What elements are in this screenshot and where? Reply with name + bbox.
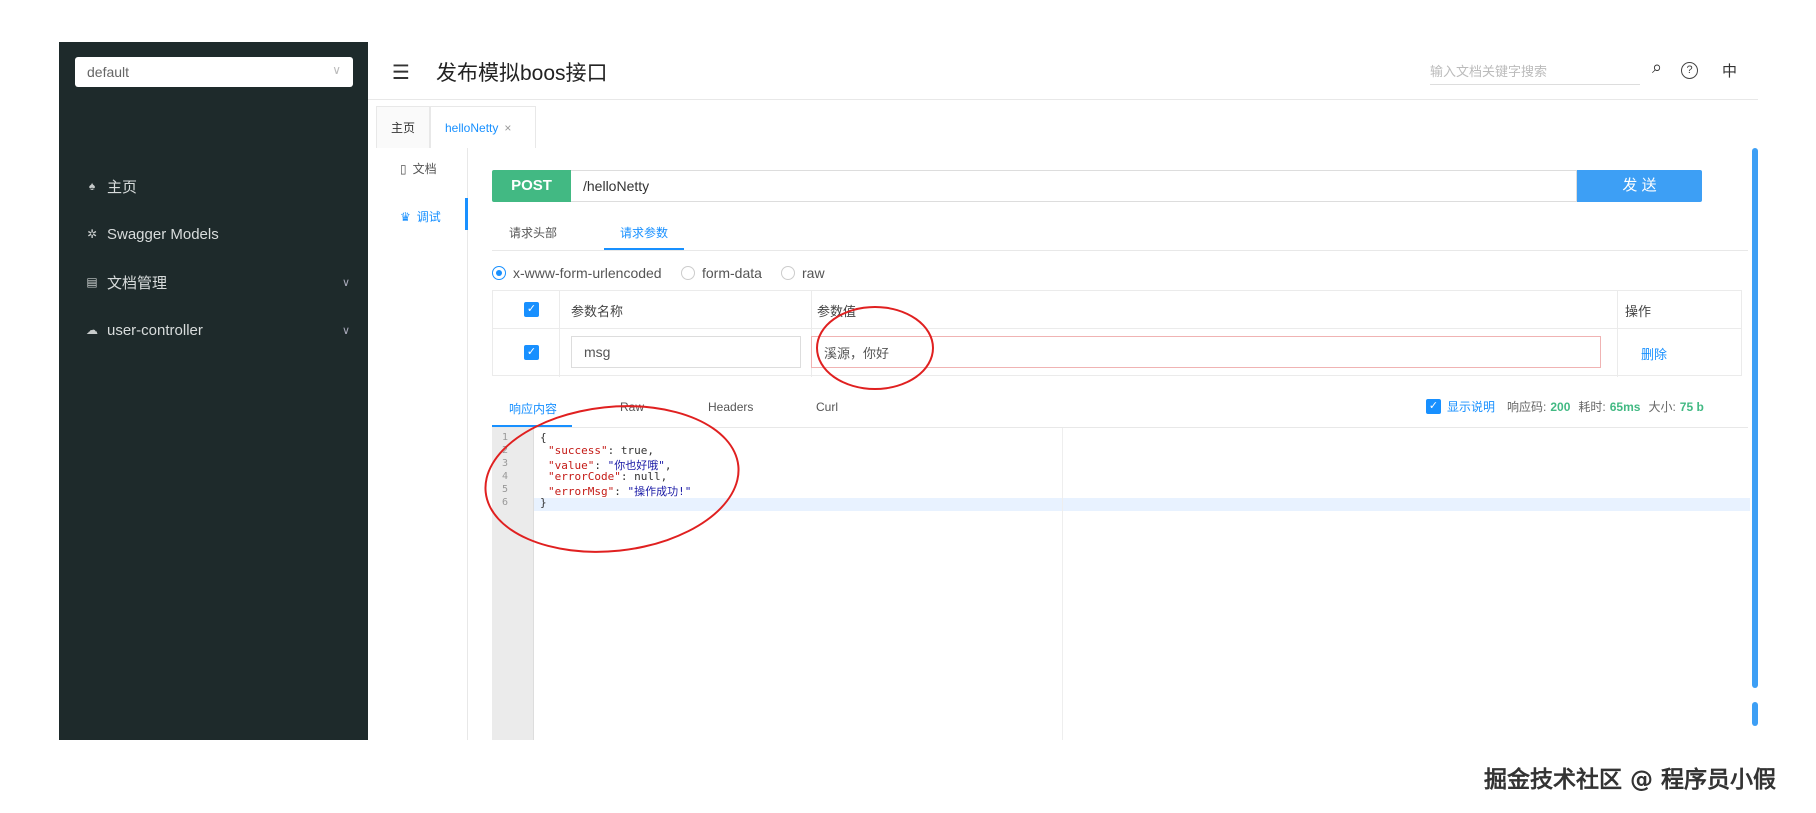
time-value: 65ms <box>1609 399 1641 414</box>
radio-x-www-form-urlencoded[interactable]: x-www-form-urlencoded <box>492 265 662 281</box>
tab-home[interactable]: 主页 <box>376 106 430 148</box>
active-tab-underline <box>604 248 684 250</box>
radio-dot <box>492 266 506 280</box>
print-margin <box>1062 428 1063 740</box>
method-badge[interactable]: POST <box>492 170 571 202</box>
line-number: 1 <box>502 432 509 443</box>
active-indicator <box>465 198 468 230</box>
radio-label: raw <box>802 265 825 281</box>
sidebar-item-user-controller[interactable]: ☁ user-controller ∨ <box>59 310 368 350</box>
sidebar-item-home[interactable]: ♠ 主页 <box>59 166 368 206</box>
row-checkbox[interactable]: ✓ <box>524 345 539 360</box>
tab-response-content[interactable]: 响应内容 <box>509 400 557 417</box>
sidebar-item-doc-manage[interactable]: ▤ 文档管理 ∨ <box>59 262 368 302</box>
group-select[interactable]: default ∨ <box>75 57 353 87</box>
page-title: 发布模拟boos接口 <box>436 62 608 85</box>
language-switch[interactable]: 中 <box>1722 60 1737 81</box>
radio-raw[interactable]: raw <box>781 265 825 281</box>
radio-label: x-www-form-urlencoded <box>513 265 662 281</box>
cloud-icon: ☁ <box>86 323 98 337</box>
close-icon[interactable]: × <box>504 121 511 135</box>
mini-nav-doc[interactable]: ▯ 文档 <box>400 160 437 177</box>
chevron-down-icon: ∨ <box>332 63 341 77</box>
send-button[interactable]: 发 送 <box>1577 170 1702 202</box>
sidebar-item-label: 文档管理 <box>107 274 168 292</box>
mini-nav-label: 文档 <box>412 162 437 176</box>
radio-label: form-data <box>702 265 762 281</box>
document-manage-icon: ▤ <box>86 275 98 289</box>
url-input[interactable] <box>571 170 1577 202</box>
tab-request-headers[interactable]: 请求头部 <box>509 224 557 241</box>
header: ☰ 发布模拟boos接口 ⌕ ? 中 <box>368 42 1758 100</box>
doc-debug-nav: ▯ 文档 ♛ 调试 <box>376 148 468 740</box>
show-description-label[interactable]: 显示说明 <box>1447 398 1495 415</box>
sidebar-item-label: Swagger Models <box>107 225 219 243</box>
sidebar-item-swagger-models[interactable]: ✲ Swagger Models <box>59 214 368 254</box>
radio-dot <box>681 266 695 280</box>
radio-dot <box>781 266 795 280</box>
tab-label: 主页 <box>391 121 416 135</box>
mini-nav-debug[interactable]: ♛ 调试 <box>400 208 441 225</box>
tab-hellonetty[interactable]: helloNetty × <box>430 106 536 148</box>
sidebar-item-label: user-controller <box>107 321 203 339</box>
watermark: 掘金技术社区 @ 程序员小假 <box>1484 767 1777 793</box>
sidebar: default ∨ ♠ 主页 ✲ Swagger Models ▤ 文档管理 ∨… <box>59 42 368 740</box>
chevron-down-icon: ∨ <box>341 276 350 289</box>
annotation-circle-param-value <box>816 306 934 390</box>
search-icon[interactable]: ⌕ <box>1652 57 1662 78</box>
select-all-checkbox[interactable]: ✓ <box>524 302 539 317</box>
menu-toggle-icon[interactable]: ☰ <box>392 60 410 85</box>
size-value: 75 b <box>1679 399 1704 414</box>
size-label: 大小: <box>1648 400 1676 414</box>
scrollbar-track[interactable] <box>1752 148 1758 688</box>
column-divider <box>1617 291 1618 377</box>
response-meta: ✓ 显示说明 响应码: 200 耗时: 65ms 大小: 75 b <box>1426 398 1712 415</box>
chevron-down-icon: ∨ <box>341 324 350 337</box>
tab-label: helloNetty <box>445 121 499 135</box>
home-icon: ♠ <box>88 179 96 193</box>
status-value: 200 <box>1550 399 1571 414</box>
scrollbar-thumb[interactable] <box>1752 702 1758 726</box>
row-divider <box>493 328 1741 329</box>
column-header-name: 参数名称 <box>571 304 624 319</box>
tab-request-params[interactable]: 请求参数 <box>620 224 668 241</box>
tab-bar: 主页 helloNetty × <box>376 106 1758 148</box>
search-input[interactable] <box>1430 59 1640 85</box>
request-subtabs: 请求头部 请求参数 <box>492 216 1748 251</box>
sidebar-item-label: 主页 <box>107 178 138 196</box>
status-label: 响应码: <box>1507 400 1547 414</box>
mini-nav-label: 调试 <box>416 210 441 224</box>
document-icon: ▯ <box>400 161 407 176</box>
group-select-value: default <box>87 64 130 80</box>
param-name-input[interactable] <box>571 336 801 368</box>
params-table: ✓ 参数名称 参数值 操作 ✓ 删除 <box>492 290 1742 377</box>
tab-response-curl[interactable]: Curl <box>816 400 838 414</box>
column-divider <box>559 291 560 377</box>
tab-response-headers[interactable]: Headers <box>708 400 753 414</box>
column-header-action: 操作 <box>1625 304 1652 319</box>
radio-form-data[interactable]: form-data <box>681 265 762 281</box>
debug-icon: ♛ <box>400 209 411 224</box>
help-icon[interactable]: ? <box>1681 62 1698 79</box>
gear-icon: ✲ <box>86 227 98 241</box>
show-description-checkbox[interactable]: ✓ <box>1426 399 1441 414</box>
time-label: 耗时: <box>1578 400 1606 414</box>
delete-row-link[interactable]: 删除 <box>1641 344 1667 363</box>
